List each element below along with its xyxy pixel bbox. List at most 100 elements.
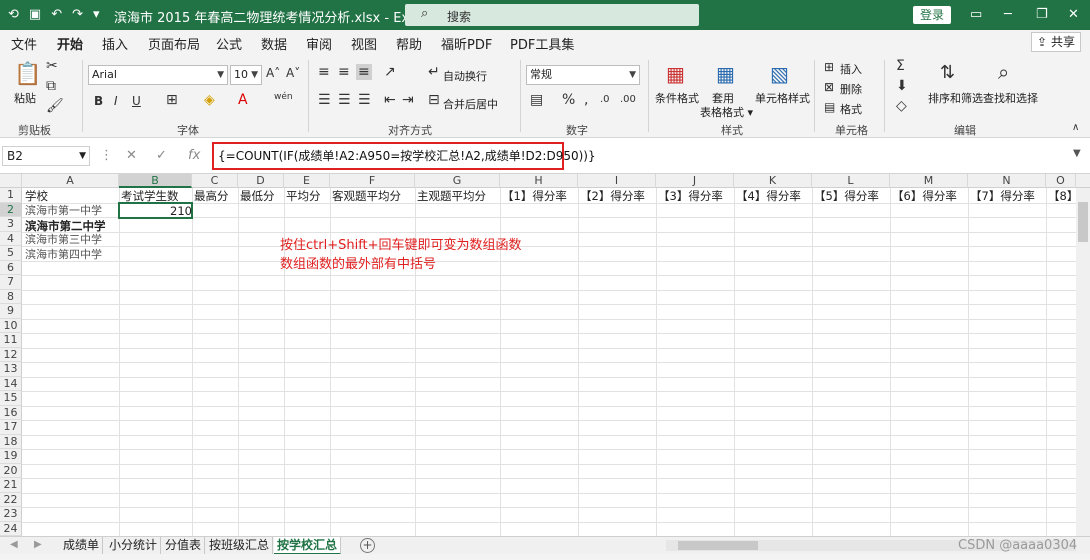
comma-style-icon[interactable]: , — [584, 92, 588, 108]
sheet-tab-subscores[interactable]: 小分统计 — [106, 537, 162, 555]
delete-cells-button[interactable]: 删除 — [840, 81, 862, 97]
collapse-ribbon-icon[interactable]: ∧ — [1072, 122, 1079, 133]
cell-f1[interactable]: 客观题平均分 — [332, 189, 401, 203]
minimize-icon[interactable]: ─ — [1004, 7, 1012, 22]
font-color-icon[interactable]: A — [238, 92, 248, 108]
row-header[interactable]: 12 — [0, 347, 22, 362]
align-right-icon[interactable]: ☰ — [358, 92, 371, 108]
border-icon[interactable]: ⊞ — [166, 92, 178, 108]
column-header-o[interactable]: O — [1046, 174, 1076, 188]
orientation-icon[interactable]: ↗ — [384, 64, 396, 80]
tab-file[interactable]: 文件 — [11, 34, 37, 53]
tab-pdf-tools[interactable]: PDF工具集 — [510, 34, 574, 53]
row-header[interactable]: 18 — [0, 434, 22, 449]
cell-c1[interactable]: 最高分 — [194, 189, 229, 203]
row-header[interactable]: 4 — [0, 231, 22, 246]
column-header-g[interactable]: G — [415, 174, 500, 188]
cell-m1[interactable]: 【6】得分率 — [892, 189, 957, 203]
copy-icon[interactable]: ⧉ — [46, 78, 56, 94]
row-header[interactable]: 17 — [0, 420, 22, 435]
column-header-k[interactable]: K — [734, 174, 812, 188]
row-header[interactable]: 11 — [0, 333, 22, 348]
add-sheet-icon[interactable]: + — [360, 538, 375, 553]
row-header[interactable]: 3 — [0, 217, 22, 232]
ribbon-display-icon[interactable]: ▭ — [970, 7, 982, 22]
cut-icon[interactable]: ✂ — [46, 58, 58, 74]
sort-filter-button[interactable]: 排序和筛选 — [928, 90, 983, 106]
number-format-select[interactable]: 常规 ▼ — [526, 65, 640, 85]
indent-increase-icon[interactable]: ⇥ — [402, 92, 414, 108]
enter-icon[interactable]: ✓ — [156, 148, 167, 163]
column-header-a[interactable]: A — [22, 174, 119, 188]
italic-button[interactable]: I — [114, 94, 118, 108]
cell-n1[interactable]: 【7】得分率 — [970, 189, 1035, 203]
tab-foxit-pdf[interactable]: 福昕PDF — [441, 34, 492, 53]
cell-a2[interactable]: 滨海市第一中学 — [25, 204, 102, 218]
row-header[interactable]: 1 — [0, 188, 22, 203]
clear-icon[interactable]: ◇ — [896, 98, 907, 114]
cell-b1[interactable]: 考试学生数 — [121, 189, 179, 203]
font-name-select[interactable]: Arial ▼ — [88, 65, 228, 85]
column-header-b[interactable]: B — [119, 174, 192, 188]
percent-icon[interactable]: % — [562, 92, 575, 108]
save-icon[interactable]: ▣ — [29, 7, 41, 22]
cell-h1[interactable]: 【1】得分率 — [502, 189, 567, 203]
formula-input[interactable]: {=COUNT(IF(成绩单!A2:A950=按学校汇总!A2,成绩单!D2:D… — [212, 142, 596, 170]
paste-button[interactable]: 粘贴 — [14, 90, 36, 106]
decrease-font-icon[interactable]: A˅ — [286, 66, 300, 80]
align-top-icon[interactable]: ≡ — [318, 64, 330, 80]
column-header-f[interactable]: F — [330, 174, 415, 188]
merge-center-button[interactable]: 合并后居中 — [443, 96, 498, 112]
cell-k1[interactable]: 【4】得分率 — [736, 189, 801, 203]
row-header[interactable]: 9 — [0, 304, 22, 319]
column-header-h[interactable]: H — [500, 174, 578, 188]
restore-icon[interactable]: ❐ — [1036, 7, 1048, 22]
redo-icon[interactable]: ↷ — [72, 7, 83, 22]
align-middle-icon[interactable]: ≡ — [338, 64, 350, 80]
row-header[interactable]: 5 — [0, 246, 22, 261]
align-bottom-icon[interactable]: ≡ — [356, 64, 372, 80]
column-header-l[interactable]: L — [812, 174, 890, 188]
phonetic-icon[interactable]: wén — [274, 92, 293, 102]
name-box[interactable]: B2 ▼ — [2, 146, 90, 166]
sheet-tab-by-school[interactable]: 按学校汇总 — [274, 537, 342, 555]
format-cells-button[interactable]: 格式 — [840, 101, 862, 117]
fill-color-icon[interactable]: ◈ — [204, 92, 215, 108]
tab-data[interactable]: 数据 — [261, 34, 287, 53]
column-header-e[interactable]: E — [284, 174, 330, 188]
insert-function-icon[interactable]: fx — [188, 148, 200, 163]
sheet-tab-by-class[interactable]: 按班级汇总 — [206, 537, 274, 555]
next-sheet-icon[interactable]: ▶ — [34, 539, 42, 550]
cell-styles-button[interactable]: 单元格样式 — [755, 90, 810, 106]
conditional-format-button[interactable]: 条件格式 — [655, 90, 699, 106]
row-header[interactable]: 10 — [0, 318, 22, 333]
cell-g1[interactable]: 主观题平均分 — [417, 189, 486, 203]
cell-a4[interactable]: 滨海市第三中学 — [25, 233, 102, 247]
cell-j1[interactable]: 【3】得分率 — [658, 189, 723, 203]
close-icon[interactable]: ✕ — [1068, 7, 1079, 22]
wrap-text-button[interactable]: 自动换行 — [443, 68, 487, 84]
cancel-icon[interactable]: ✕ — [126, 148, 137, 163]
tab-page-layout[interactable]: 页面布局 — [148, 34, 200, 53]
paste-icon[interactable]: 📋 — [14, 62, 41, 87]
row-header[interactable]: 24 — [0, 521, 22, 536]
cell-l1[interactable]: 【5】得分率 — [814, 189, 879, 203]
sheet-tab-scores[interactable]: 成绩单 — [60, 537, 104, 555]
tab-home[interactable]: 开始 — [57, 34, 83, 57]
column-header-n[interactable]: N — [968, 174, 1046, 188]
accounting-format-icon[interactable]: ▤ — [530, 92, 543, 108]
row-header[interactable]: 2 — [0, 202, 22, 217]
increase-decimal-icon[interactable]: .0 — [600, 94, 610, 105]
autosave-icon[interactable]: ⟲ — [8, 7, 19, 22]
cell-a1[interactable]: 学校 — [25, 189, 48, 203]
cell-d1[interactable]: 最低分 — [240, 189, 275, 203]
autosum-icon[interactable]: Σ — [896, 58, 905, 74]
row-header[interactable]: 23 — [0, 507, 22, 522]
column-header-c[interactable]: C — [192, 174, 238, 188]
undo-icon[interactable]: ↶ — [51, 7, 62, 22]
row-header[interactable]: 8 — [0, 289, 22, 304]
fill-icon[interactable]: ⬇ — [896, 78, 908, 94]
tab-formulas[interactable]: 公式 — [216, 34, 242, 53]
cell-b2[interactable]: 210 — [170, 204, 192, 218]
horizontal-scroll-thumb[interactable] — [678, 541, 758, 550]
